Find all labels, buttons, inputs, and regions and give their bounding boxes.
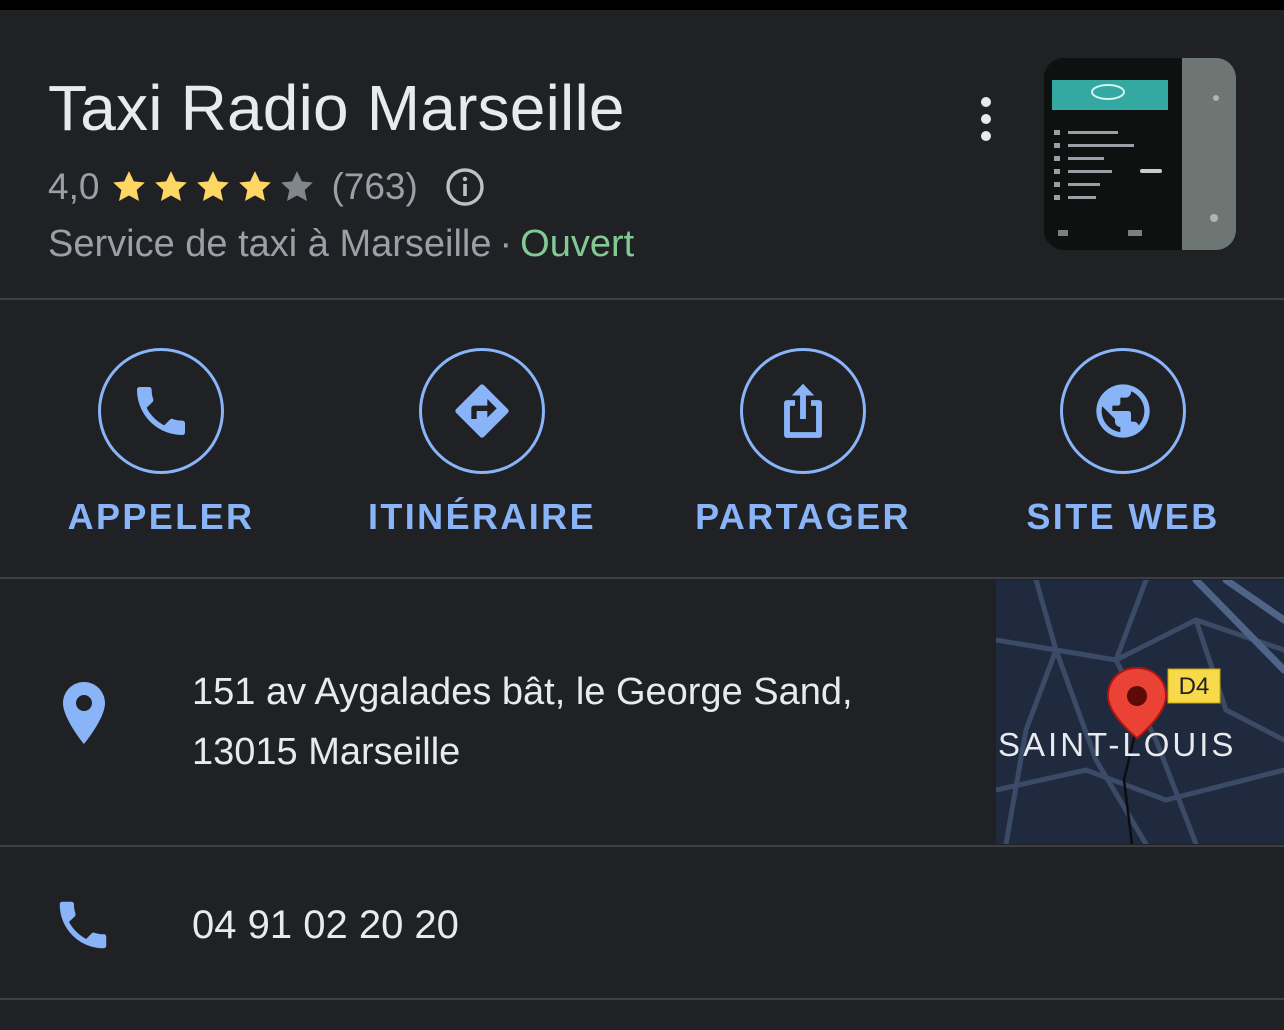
- map-thumbnail[interactable]: D4 SAINT-LOUIS: [996, 580, 1284, 844]
- call-button[interactable]: APPELER: [36, 348, 286, 548]
- meta-separator: ·: [499, 223, 513, 265]
- phone-number[interactable]: 04 91 02 20 20: [192, 903, 459, 948]
- directions-button[interactable]: ITINÉRAIRE: [357, 348, 607, 548]
- status-bar-edge: [0, 0, 1284, 10]
- more-options-icon[interactable]: [966, 92, 1006, 146]
- place-title: Taxi Radio Marseille: [48, 72, 625, 144]
- star-icon: [239, 171, 272, 201]
- address-line-2: 13015 Marseille: [192, 731, 461, 773]
- action-bar: APPELER ITINÉRAIRE PARTAGER SITE WEB: [0, 300, 1284, 578]
- location-pin-icon: [63, 682, 105, 744]
- phone-icon: [59, 901, 107, 949]
- website-button-circle[interactable]: [1060, 348, 1186, 474]
- share-icon: [784, 383, 822, 438]
- share-label[interactable]: PARTAGER: [695, 496, 911, 538]
- directions-label[interactable]: ITINÉRAIRE: [368, 496, 596, 538]
- place-header: Taxi Radio Marseille 4,0 (763) Service d…: [0, 10, 1284, 300]
- open-status[interactable]: Ouvert: [520, 223, 634, 265]
- star-icon: [197, 171, 230, 201]
- star-rating: [109, 167, 319, 207]
- divider: [0, 845, 1284, 847]
- rating-row[interactable]: 4,0 (763): [48, 165, 486, 209]
- map-image: D4 SAINT-LOUIS: [996, 580, 1284, 844]
- place-meta: Service de taxi à Marseille · Ouvert: [48, 223, 634, 266]
- globe-icon: [1096, 384, 1150, 438]
- share-button[interactable]: PARTAGER: [678, 348, 928, 548]
- phone-icon: [137, 387, 185, 435]
- share-button-circle[interactable]: [740, 348, 866, 474]
- star-icon: [155, 171, 188, 201]
- info-icon[interactable]: [444, 166, 486, 208]
- address-line-1: 151 av Aygalades bât, le George Sand,: [192, 671, 853, 713]
- website-button[interactable]: SITE WEB: [998, 348, 1248, 548]
- star-icon: [113, 171, 146, 201]
- review-count[interactable]: (763): [331, 166, 417, 208]
- bottom-section-edge: [0, 1000, 1284, 1030]
- road-label: D4: [1179, 673, 1210, 700]
- call-label[interactable]: APPELER: [68, 496, 255, 538]
- place-category: Service de taxi à Marseille: [48, 223, 492, 265]
- directions-icon: [455, 384, 509, 438]
- phone-row[interactable]: 04 91 02 20 20: [0, 848, 1284, 1000]
- map-area-label: SAINT-LOUIS: [998, 726, 1236, 763]
- rating-value: 4,0: [48, 166, 100, 207]
- directions-button-circle[interactable]: [419, 348, 545, 474]
- address-text[interactable]: 151 av Aygalades bât, le George Sand, 13…: [192, 662, 972, 782]
- website-label[interactable]: SITE WEB: [1026, 496, 1219, 538]
- address-row[interactable]: 151 av Aygalades bât, le George Sand, 13…: [0, 580, 1284, 846]
- divider: [0, 577, 1284, 579]
- map-pin-dot: [1127, 686, 1147, 706]
- call-button-circle[interactable]: [98, 348, 224, 474]
- app-screenshot-image: [1044, 58, 1236, 250]
- place-photo-thumbnail[interactable]: [1044, 58, 1236, 250]
- star-empty-icon: [281, 171, 314, 201]
